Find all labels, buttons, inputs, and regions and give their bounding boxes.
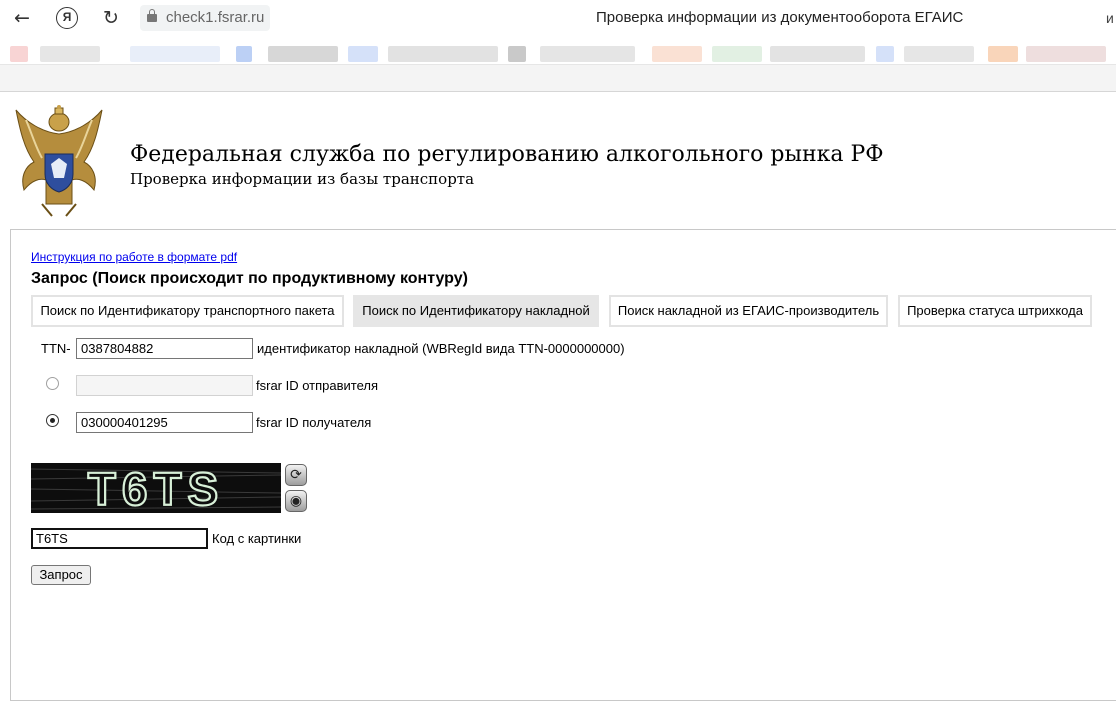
ttn-hint-label: идентификатор накладной (WBRegId вида TT… bbox=[257, 341, 625, 356]
captcha-audio-icon[interactable]: ◉ bbox=[285, 490, 307, 512]
url-text[interactable]: check1.fsrar.ru bbox=[166, 9, 264, 26]
bookmark-item[interactable] bbox=[40, 46, 100, 62]
tab-search-invoice-id[interactable]: Поиск по Идентификатору накладной bbox=[353, 295, 599, 327]
toolbar-overflow-text: и bbox=[1106, 10, 1114, 26]
fsrar-emblem-logo bbox=[15, 105, 103, 217]
yandex-icon[interactable]: Я bbox=[56, 7, 78, 29]
receiver-id-label: fsrar ID получателя bbox=[256, 415, 372, 430]
bookmark-item[interactable] bbox=[988, 46, 1018, 62]
bookmark-item[interactable] bbox=[652, 46, 702, 62]
bookmark-item[interactable] bbox=[712, 46, 762, 62]
bookmark-item[interactable] bbox=[348, 46, 378, 62]
ttn-prefix-label: TTN- bbox=[41, 341, 71, 356]
address-bar[interactable]: check1.fsrar.ru bbox=[140, 5, 271, 31]
browser-toolbar: ← Я ↻ check1.fsrar.ru Проверка информаци… bbox=[0, 0, 1116, 36]
captcha-image: T6TS bbox=[31, 463, 281, 513]
tab-search-transport-package[interactable]: Поиск по Идентификатору транспортного па… bbox=[31, 295, 344, 327]
bookmark-item[interactable] bbox=[540, 46, 635, 62]
sender-id-input[interactable] bbox=[76, 375, 253, 396]
receiver-id-input[interactable] bbox=[76, 412, 253, 433]
bookmark-item[interactable] bbox=[10, 46, 28, 62]
back-arrow-icon[interactable]: ← bbox=[9, 5, 35, 31]
captcha-refresh-icon[interactable]: ⟳ bbox=[285, 464, 307, 486]
bookmark-item[interactable] bbox=[388, 46, 498, 62]
captcha-text: T6TS bbox=[88, 463, 224, 513]
bookmark-item[interactable] bbox=[770, 46, 865, 62]
captcha-code-label: Код с картинки bbox=[212, 531, 302, 546]
refresh-icon[interactable]: ↻ bbox=[98, 5, 124, 31]
request-heading: Запрос (Поиск происходит по продуктивном… bbox=[31, 270, 468, 287]
submit-request-button[interactable]: Запрос bbox=[31, 565, 91, 585]
page-subtitle: Проверка информации из базы транспорта bbox=[130, 170, 475, 188]
browser-info-bar bbox=[0, 64, 1116, 92]
bookmark-item[interactable] bbox=[268, 46, 338, 62]
page-tab-title: Проверка информации из документооборота … bbox=[596, 9, 964, 26]
tab-barcode-status[interactable]: Проверка статуса штрихкода bbox=[898, 295, 1092, 327]
captcha-code-input[interactable] bbox=[31, 528, 208, 549]
bookmark-item[interactable] bbox=[876, 46, 894, 62]
sender-radio[interactable] bbox=[46, 377, 59, 390]
bookmarks-bar bbox=[0, 36, 1116, 64]
agency-title: Федеральная служба по регулированию алко… bbox=[130, 142, 884, 167]
tab-search-producer-invoice[interactable]: Поиск накладной из ЕГАИС-производитель bbox=[609, 295, 888, 327]
pdf-instructions-link[interactable]: Инструкция по работе в формате pdf bbox=[31, 250, 237, 264]
ttn-input[interactable] bbox=[76, 338, 253, 359]
bookmark-item[interactable] bbox=[1026, 46, 1106, 62]
bookmark-item[interactable] bbox=[236, 46, 252, 62]
sender-id-label: fsrar ID отправителя bbox=[256, 378, 379, 393]
lock-icon bbox=[147, 9, 157, 22]
bookmark-item[interactable] bbox=[130, 46, 220, 62]
bookmark-item[interactable] bbox=[508, 46, 526, 62]
bookmark-item[interactable] bbox=[904, 46, 974, 62]
receiver-radio[interactable] bbox=[46, 414, 59, 427]
